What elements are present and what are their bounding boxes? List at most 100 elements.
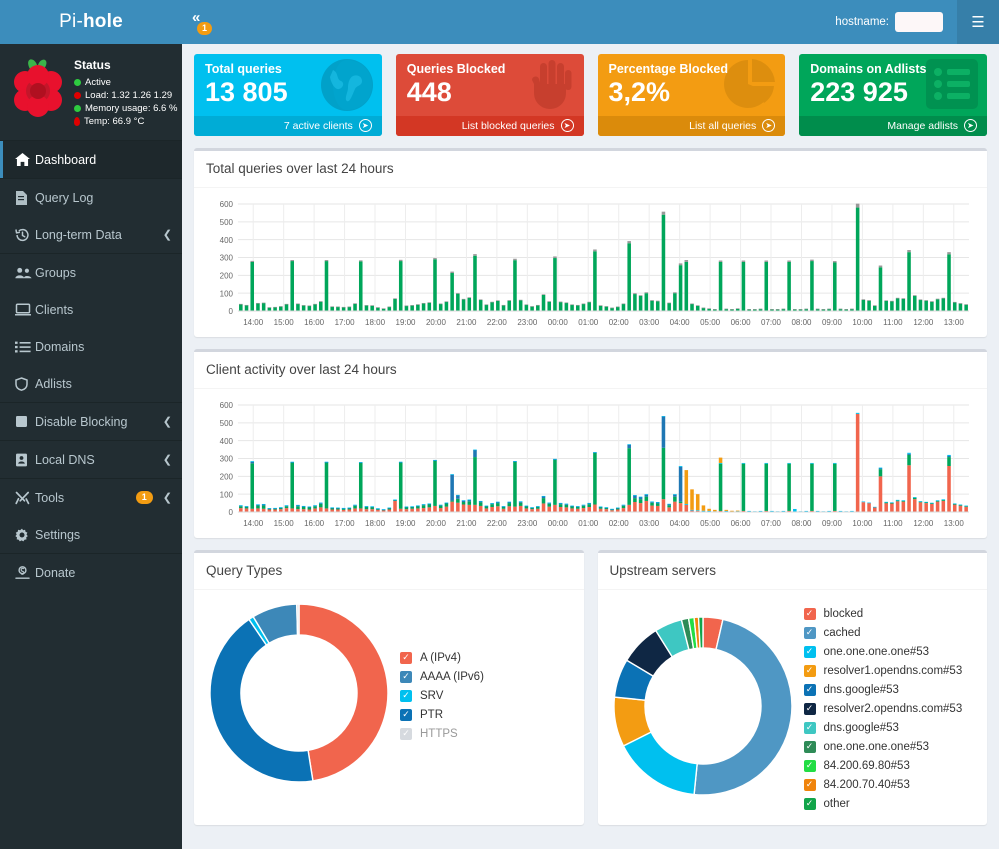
panel-client-activity: Client activity over last 24 hours 0 100 2… — [194, 349, 987, 538]
checkbox-checked-icon[interactable]: ✓ — [803, 683, 816, 696]
sidebar-item-domains[interactable]: Domains — [0, 328, 182, 365]
sidebar-item-donate[interactable]: Donate — [0, 554, 182, 591]
svg-text:00:00: 00:00 — [548, 318, 569, 327]
status-line-active: Active — [74, 76, 177, 89]
donut-row: Query Types ✓ A (IPv4) ✓ AAAA (IPv6) ✓ SRV ✓ PT… — [194, 550, 987, 825]
legend-item[interactable]: ✓ AAAA (IPv6) — [400, 667, 484, 686]
legend-item[interactable]: ✓ resolver1.opendns.com#53 — [803, 661, 962, 680]
query-types-donut-chart[interactable] — [209, 603, 389, 787]
stat-footer-link[interactable]: Manage adlists ➤ — [799, 116, 987, 136]
checkbox-checked-icon[interactable]: ✓ — [803, 626, 816, 639]
status-line-load: Load: 1.32 1.26 1.29 — [74, 89, 177, 102]
legend-item[interactable]: ✓ HTTPS — [400, 724, 484, 743]
svg-text:22:00: 22:00 — [487, 519, 508, 528]
brand-suffix: hole — [82, 11, 123, 32]
checkbox-checked-icon[interactable]: ✓ — [803, 721, 816, 734]
svg-text:16:00: 16:00 — [304, 318, 325, 327]
sidebar-item-label: Dashboard — [35, 152, 97, 167]
legend-item[interactable]: ✓ dns.google#53 — [803, 718, 963, 737]
legend-item[interactable]: ✓ 84.200.70.40#53 — [803, 775, 963, 794]
legend-item[interactable]: ✓ resolver2.opendns.com#53 — [803, 699, 963, 718]
sidebar-item-long-term-data[interactable]: Long-term Data ❮ — [0, 216, 182, 253]
legend-label: resolver2.opendns.com#53 — [823, 702, 963, 715]
legend-label: 84.200.69.80#53 — [823, 759, 910, 772]
panel-query-types: Query Types ✓ A (IPv4) ✓ AAAA (IPv6) ✓ SRV ✓ PT… — [194, 550, 584, 825]
checkbox-checked-icon[interactable]: ✓ — [803, 759, 816, 772]
svg-text:400: 400 — [220, 236, 234, 245]
checkbox-checked-icon[interactable]: ✓ — [803, 740, 816, 753]
sidebar-item-query-log[interactable]: Query Log — [0, 179, 182, 216]
legend-item[interactable]: ✓ SRV — [400, 686, 484, 705]
svg-text:600: 600 — [220, 200, 234, 209]
sidebar-item-label: Local DNS — [35, 452, 95, 467]
sidebar-item-local-dns[interactable]: Local DNS ❮ — [0, 441, 182, 478]
total-queries-bar-chart[interactable]: 0 100 200 300 400 500 600 14:00 15:00 16:00 17:00 1… — [206, 196, 975, 331]
stat-box-queries-blocked[interactable]: Queries Blocked 448 List blocked queries… — [395, 54, 584, 136]
status-line-memory: Memory usage: 6.6 % — [74, 102, 177, 115]
stat-footer-link[interactable]: List all queries ➤ — [597, 116, 786, 136]
stat-footer-link[interactable]: 7 active clients ➤ — [194, 116, 382, 136]
svg-text:13:00: 13:00 — [944, 519, 965, 528]
gear-icon — [15, 528, 35, 542]
chevron-left-icon: ❮ — [162, 454, 172, 466]
legend-item[interactable]: ✓ 84.200.69.80#53 — [803, 756, 963, 775]
status-load-text: Load: 1.32 1.26 1.29 — [85, 90, 173, 101]
legend-item[interactable]: ✓ cached — [803, 623, 963, 642]
panel-title: Query Types — [206, 563, 283, 578]
sidebar-item-adlists[interactable]: Adlists — [0, 365, 182, 402]
sidebar-nav: Dashboard Query Log Long-term Data ❮ Gro… — [0, 140, 182, 591]
sidebar-item-dashboard[interactable]: Dashboard — [0, 141, 182, 178]
checkbox-checked-icon[interactable]: ✓ — [803, 607, 816, 620]
legend-item[interactable]: ✓ other — [803, 794, 963, 813]
stat-box-percentage-blocked[interactable]: Percentage Blocked 3,2% List all queries… — [597, 54, 786, 136]
checkbox-checked-icon[interactable]: ✓ — [803, 778, 816, 791]
checkbox-checked-icon[interactable]: ✓ — [400, 651, 412, 664]
panel-body: ✓ A (IPv4) ✓ AAAA (IPv6) ✓ SRV ✓ PTR ✓ HTTPS — [194, 590, 584, 799]
legend-item[interactable]: ✓ blocked — [803, 604, 963, 623]
panel-header: Query Types — [194, 553, 584, 590]
legend-item[interactable]: ✓ one.one.one.one#53 — [803, 737, 963, 756]
green-dot-icon — [74, 79, 81, 86]
checkbox-checked-icon[interactable]: ✓ — [400, 708, 412, 721]
client-activity-bar-chart[interactable]: 0 100 200 300 400 500 600 14:00 15:00 16:00 17:00 1… — [206, 397, 975, 532]
sidebar-collapse-button[interactable]: « 1 — [192, 7, 222, 37]
sidebar-item-settings[interactable]: Settings — [0, 516, 182, 553]
brand-logo[interactable]: Pi-hole — [0, 0, 182, 44]
list-icon — [15, 341, 35, 353]
checkbox-checked-icon[interactable]: ✓ — [803, 797, 816, 810]
svg-text:07:00: 07:00 — [761, 318, 782, 327]
sidebar-item-tools[interactable]: Tools 1 ❮ — [0, 479, 182, 516]
checkbox-checked-icon[interactable]: ✓ — [803, 645, 816, 658]
checkbox-checked-icon[interactable]: ✓ — [400, 670, 412, 683]
sidebar-item-clients[interactable]: Clients — [0, 291, 182, 328]
stat-footer-link[interactable]: List blocked queries ➤ — [395, 116, 584, 136]
svg-text:08:00: 08:00 — [791, 519, 812, 528]
stat-footer-label: List all queries — [689, 119, 757, 132]
svg-text:09:00: 09:00 — [822, 318, 843, 327]
svg-text:05:00: 05:00 — [700, 318, 721, 327]
donate-icon — [15, 566, 35, 579]
svg-text:500: 500 — [220, 419, 234, 428]
legend-item[interactable]: ✓ PTR — [400, 705, 484, 724]
hamburger-menu-button[interactable]: ☰ — [957, 0, 999, 44]
home-icon — [15, 153, 35, 166]
legend-item[interactable]: ✓ one.one.one.one#53 — [803, 642, 963, 661]
checkbox-checked-icon[interactable]: ✓ — [803, 664, 816, 677]
stat-box-domains-on-adlists[interactable]: Domains on Adlists 223 925 Manage adlist… — [799, 54, 987, 136]
sidebar-item-label: Domains — [35, 339, 85, 354]
hostname-input[interactable] — [895, 12, 943, 32]
stat-box-total-queries[interactable]: Total queries 13 805 7 active clients ➤ — [194, 54, 382, 136]
checkbox-checked-icon[interactable]: ✓ — [400, 689, 412, 702]
legend-item[interactable]: ✓ A (IPv4) — [400, 648, 484, 667]
users-icon — [15, 267, 35, 279]
sidebar-item-disable-blocking[interactable]: Disable Blocking ❮ — [0, 403, 182, 440]
checkbox-checked-icon[interactable]: ✓ — [803, 702, 816, 715]
panel-header: Total queries over last 24 hours — [194, 151, 987, 188]
upstream-servers-donut-chart[interactable] — [612, 616, 793, 800]
svg-text:200: 200 — [220, 473, 234, 482]
sidebar-item-groups[interactable]: Groups — [0, 254, 182, 291]
legend-item[interactable]: ✓ dns.google#53 — [803, 680, 963, 699]
panel-header: Upstream servers — [597, 553, 987, 590]
svg-text:15:00: 15:00 — [274, 519, 295, 528]
checkbox-unchecked-icon[interactable]: ✓ — [400, 727, 412, 740]
